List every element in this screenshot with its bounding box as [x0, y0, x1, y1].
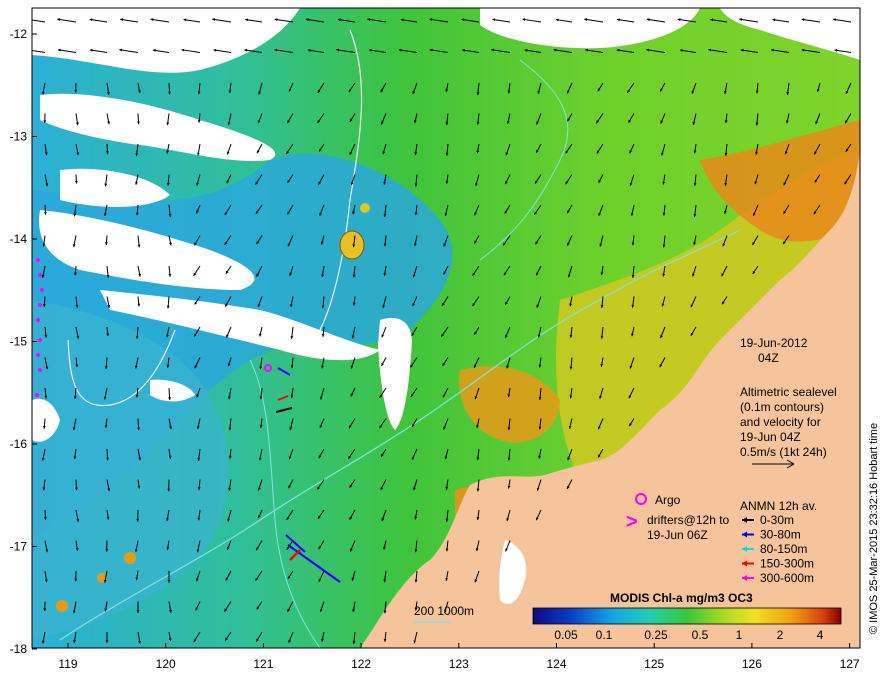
lat-tick-label: -12 — [10, 27, 28, 41]
map-plot — [32, 8, 860, 648]
eddy-feature — [360, 203, 370, 213]
map-date: 19-Jun-2012 — [740, 336, 808, 350]
lat-tick-label: -16 — [10, 437, 28, 451]
isobath-label: 200 1000m — [414, 604, 474, 618]
lat-tick-label: -18 — [10, 642, 28, 656]
credit-text: © IMOS 25-Mar-2015 23:32:16 Hobart time — [868, 423, 880, 634]
argo-label: Argo — [655, 493, 681, 507]
colorbar-tick-label: 1 — [736, 628, 743, 642]
colorbar-tick-label: 0.5 — [692, 628, 709, 642]
colorbar-tick-label: 2 — [777, 628, 784, 642]
altimetry-line3: and velocity for — [740, 415, 821, 429]
eddy-feature — [56, 600, 68, 612]
altimetry-line2: (0.1m contours) — [740, 400, 824, 414]
anmn-legend-label: 0-30m — [760, 513, 794, 527]
colorbar-tick-label: 0.05 — [554, 628, 578, 642]
lon-tick-label: 119 — [58, 657, 77, 671]
eddy-feature — [124, 552, 136, 564]
lon-tick-label: 127 — [840, 657, 860, 671]
lat-tick-label: -17 — [10, 540, 28, 554]
drifters-line2: 19-Jun 06Z — [647, 528, 708, 542]
anmn-legend-label: 300-600m — [760, 571, 814, 585]
anmn-title: ANMN 12h av. — [740, 499, 817, 513]
colorbar-tick-label: 0.25 — [644, 628, 668, 642]
altimetry-line5: 0.5m/s (1kt 24h) — [740, 445, 827, 459]
eddy-feature — [339, 230, 365, 260]
lon-tick-label: 121 — [253, 657, 273, 671]
colorbar — [532, 607, 842, 625]
lon-tick-label: 122 — [351, 657, 371, 671]
lon-tick-label: 125 — [644, 657, 664, 671]
anmn-legend-label: 30-80m — [760, 528, 801, 542]
anmn-legend-label: 150-300m — [760, 557, 814, 571]
lat-tick-label: -13 — [10, 130, 28, 144]
colorbar-title: MODIS Chl-a mg/m3 OC3 — [610, 591, 753, 605]
lon-tick-label: 124 — [546, 657, 566, 671]
colorbar-tick-label: 0.1 — [596, 628, 613, 642]
colorbar-tick-label: 4 — [817, 628, 824, 642]
map-time: 04Z — [758, 351, 779, 365]
lon-tick-label: 126 — [742, 657, 762, 671]
anmn-legend-label: 80-150m — [760, 542, 807, 556]
drifters-line1: drifters@12h to — [647, 513, 730, 527]
drifter-legend-icon: > — [626, 511, 638, 533]
lat-tick-label: -14 — [10, 232, 28, 246]
chlorophyll-map: 119 120 121 122 123 124 125 126 127 -12-13-14-15… — [10, 7, 880, 671]
lon-tick-label: 123 — [449, 657, 469, 671]
altimetry-line1: Altimetric sealevel — [740, 385, 837, 399]
lat-tick-label: -15 — [10, 335, 28, 349]
lon-tick-label: 120 — [156, 657, 176, 671]
altimetry-line4: 19-Jun 04Z — [740, 430, 801, 444]
